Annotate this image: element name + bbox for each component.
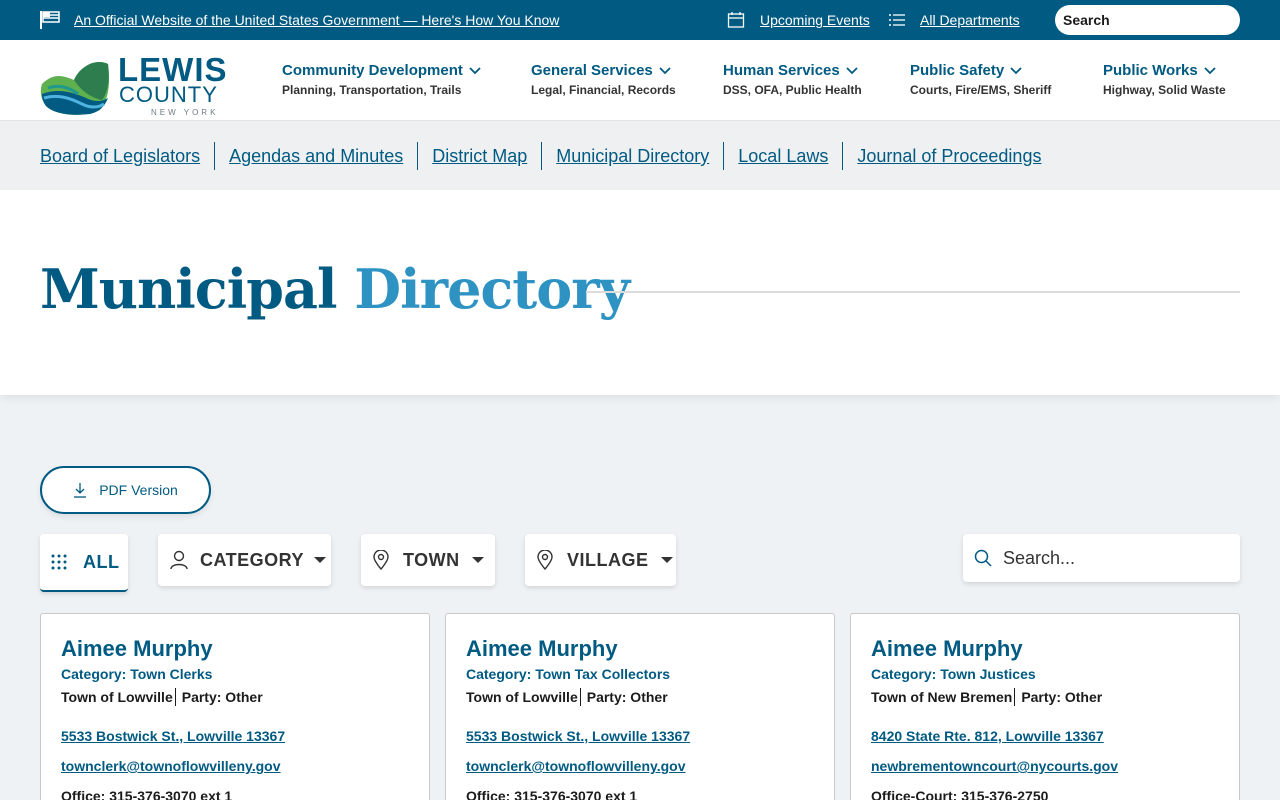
card-category: Category: Town Tax Collectors [466, 666, 671, 682]
nav-subtitle: DSS, OFA, Public Health [723, 83, 862, 97]
caret-down-icon [660, 557, 673, 563]
card-email-link[interactable]: townclerk@townoflowvilleny.gov [61, 758, 409, 774]
divider [579, 688, 581, 706]
card-name: Aimee Murphy [871, 636, 1023, 661]
county-logo[interactable]: LEWIS COUNTY NEW YORK [40, 53, 230, 117]
caret-down-icon [314, 557, 327, 563]
directory-card: Aimee Murphy Category: Town Clerks Town … [40, 613, 430, 800]
page-hero: Municipal Directory [0, 190, 1280, 395]
logo-line2: COUNTY [119, 82, 218, 107]
nav-title: Human Services [723, 62, 840, 79]
directory-search-input[interactable] [1003, 544, 1228, 572]
nav-subtitle: Highway, Solid Waste [1103, 83, 1226, 97]
nav-public-safety[interactable]: Public Safety Courts, Fire/EMS, Sheriff [910, 62, 1051, 97]
card-location: Town of Lowville [61, 689, 173, 705]
directory-card: Aimee Murphy Category: Town Tax Collecto… [445, 613, 835, 800]
page-title-word2: Directory [354, 257, 630, 321]
card-location-line: Town of Lowville Party: Other [61, 688, 409, 706]
divider [1014, 688, 1016, 706]
list-icon [889, 14, 905, 26]
pdf-version-label: PDF Version [99, 482, 178, 498]
nav-community-development[interactable]: Community Development Planning, Transpor… [282, 62, 481, 97]
card-location-line: Town of Lowville Party: Other [466, 688, 814, 706]
card-category: Category: Town Justices [871, 666, 1036, 682]
nav-subtitle: Courts, Fire/EMS, Sheriff [910, 83, 1052, 97]
nav-title: Community Development [282, 62, 463, 79]
directory-search [963, 534, 1240, 582]
chevron-down-icon [659, 66, 671, 74]
chevron-down-icon [1204, 66, 1216, 74]
subnav-municipal-directory[interactable]: Municipal Directory [541, 142, 723, 170]
divider [174, 688, 176, 706]
subnav-district-map[interactable]: District Map [417, 142, 541, 170]
map-pin-icon [373, 550, 389, 570]
grid-icon [51, 554, 67, 570]
calendar-icon [727, 12, 745, 28]
chevron-down-icon [1010, 66, 1022, 74]
filter-all[interactable]: ALL [40, 534, 128, 592]
filter-category-dropdown[interactable]: CATEGORY [158, 534, 331, 586]
card-location: Town of Lowville [466, 689, 578, 705]
nav-public-works[interactable]: Public Works Highway, Solid Waste [1103, 62, 1226, 97]
official-site-link[interactable]: An Official Website of the United States… [74, 12, 559, 28]
download-icon [74, 483, 87, 498]
card-address-link[interactable]: 8420 State Rte. 812, Lowville 13367 [871, 728, 1219, 744]
filter-village-dropdown[interactable]: VILLAGE [525, 534, 676, 586]
filter-town-dropdown[interactable]: TOWN [361, 534, 495, 586]
filter-all-label: ALL [83, 551, 120, 572]
flag-icon [40, 11, 60, 29]
card-phone: Office-Court: 315-376-2750 [871, 788, 1049, 800]
caret-down-icon [471, 557, 484, 563]
all-departments-link[interactable]: All Departments [920, 12, 1020, 28]
map-pin-icon [537, 550, 553, 570]
card-email-link[interactable]: townclerk@townoflowvilleny.gov [466, 758, 814, 774]
subnav-agendas-and-minutes[interactable]: Agendas and Minutes [214, 142, 417, 170]
title-divider [586, 291, 1240, 293]
card-name: Aimee Murphy [61, 636, 213, 661]
nav-title: Public Works [1103, 62, 1198, 79]
section-nav: Board of Legislators Agendas and Minutes… [0, 121, 1280, 190]
card-phone: Office: 315-376-3070 ext 1 [61, 788, 233, 800]
nav-subtitle: Planning, Transportation, Trails [282, 83, 462, 97]
nav-subtitle: Legal, Financial, Records [531, 83, 676, 97]
card-location-line: Town of New Bremen Party: Other [871, 688, 1219, 706]
card-address-link[interactable]: 5533 Bostwick St., Lowville 13367 [61, 728, 409, 744]
site-header: LEWIS COUNTY NEW YORK Community Developm… [0, 40, 1280, 121]
site-search-input[interactable] [1055, 5, 1240, 35]
card-party: Party: Other [1021, 689, 1103, 705]
logo-mark-icon [40, 61, 110, 115]
subnav-journal-of-proceedings[interactable]: Journal of Proceedings [842, 142, 1055, 170]
person-icon [170, 550, 188, 570]
card-party: Party: Other [586, 689, 668, 705]
search-icon [974, 549, 992, 567]
pdf-version-button[interactable]: PDF Version [40, 466, 211, 514]
gov-banner: An Official Website of the United States… [0, 0, 1280, 40]
subnav-local-laws[interactable]: Local Laws [723, 142, 842, 170]
nav-human-services[interactable]: Human Services DSS, OFA, Public Health [723, 62, 862, 97]
card-email-link[interactable]: newbrementowncourt@nycourts.gov [871, 758, 1219, 774]
upcoming-events-link[interactable]: Upcoming Events [760, 12, 870, 28]
logo-line3: NEW YORK [151, 108, 219, 117]
card-category: Category: Town Clerks [61, 666, 213, 682]
card-party: Party: Other [181, 689, 263, 705]
page-title-word1: Municipal [40, 257, 337, 321]
directory-card: Aimee Murphy Category: Town Justices Tow… [850, 613, 1240, 800]
filter-category-label: CATEGORY [200, 549, 305, 570]
filter-town-label: TOWN [403, 549, 460, 570]
chevron-down-icon [846, 66, 858, 74]
card-phone: Office: 315-376-3070 ext 1 [466, 788, 638, 800]
card-name: Aimee Murphy [466, 636, 618, 661]
nav-title: General Services [531, 62, 653, 79]
subnav-board-of-legislators[interactable]: Board of Legislators [40, 142, 214, 170]
nav-general-services[interactable]: General Services Legal, Financial, Recor… [531, 62, 676, 97]
card-address-link[interactable]: 5533 Bostwick St., Lowville 13367 [466, 728, 814, 744]
filter-village-label: VILLAGE [567, 549, 649, 570]
nav-title: Public Safety [910, 62, 1005, 79]
card-location: Town of New Bremen [871, 689, 1013, 705]
page-title: Municipal Directory [40, 254, 630, 324]
chevron-down-icon [469, 66, 481, 74]
